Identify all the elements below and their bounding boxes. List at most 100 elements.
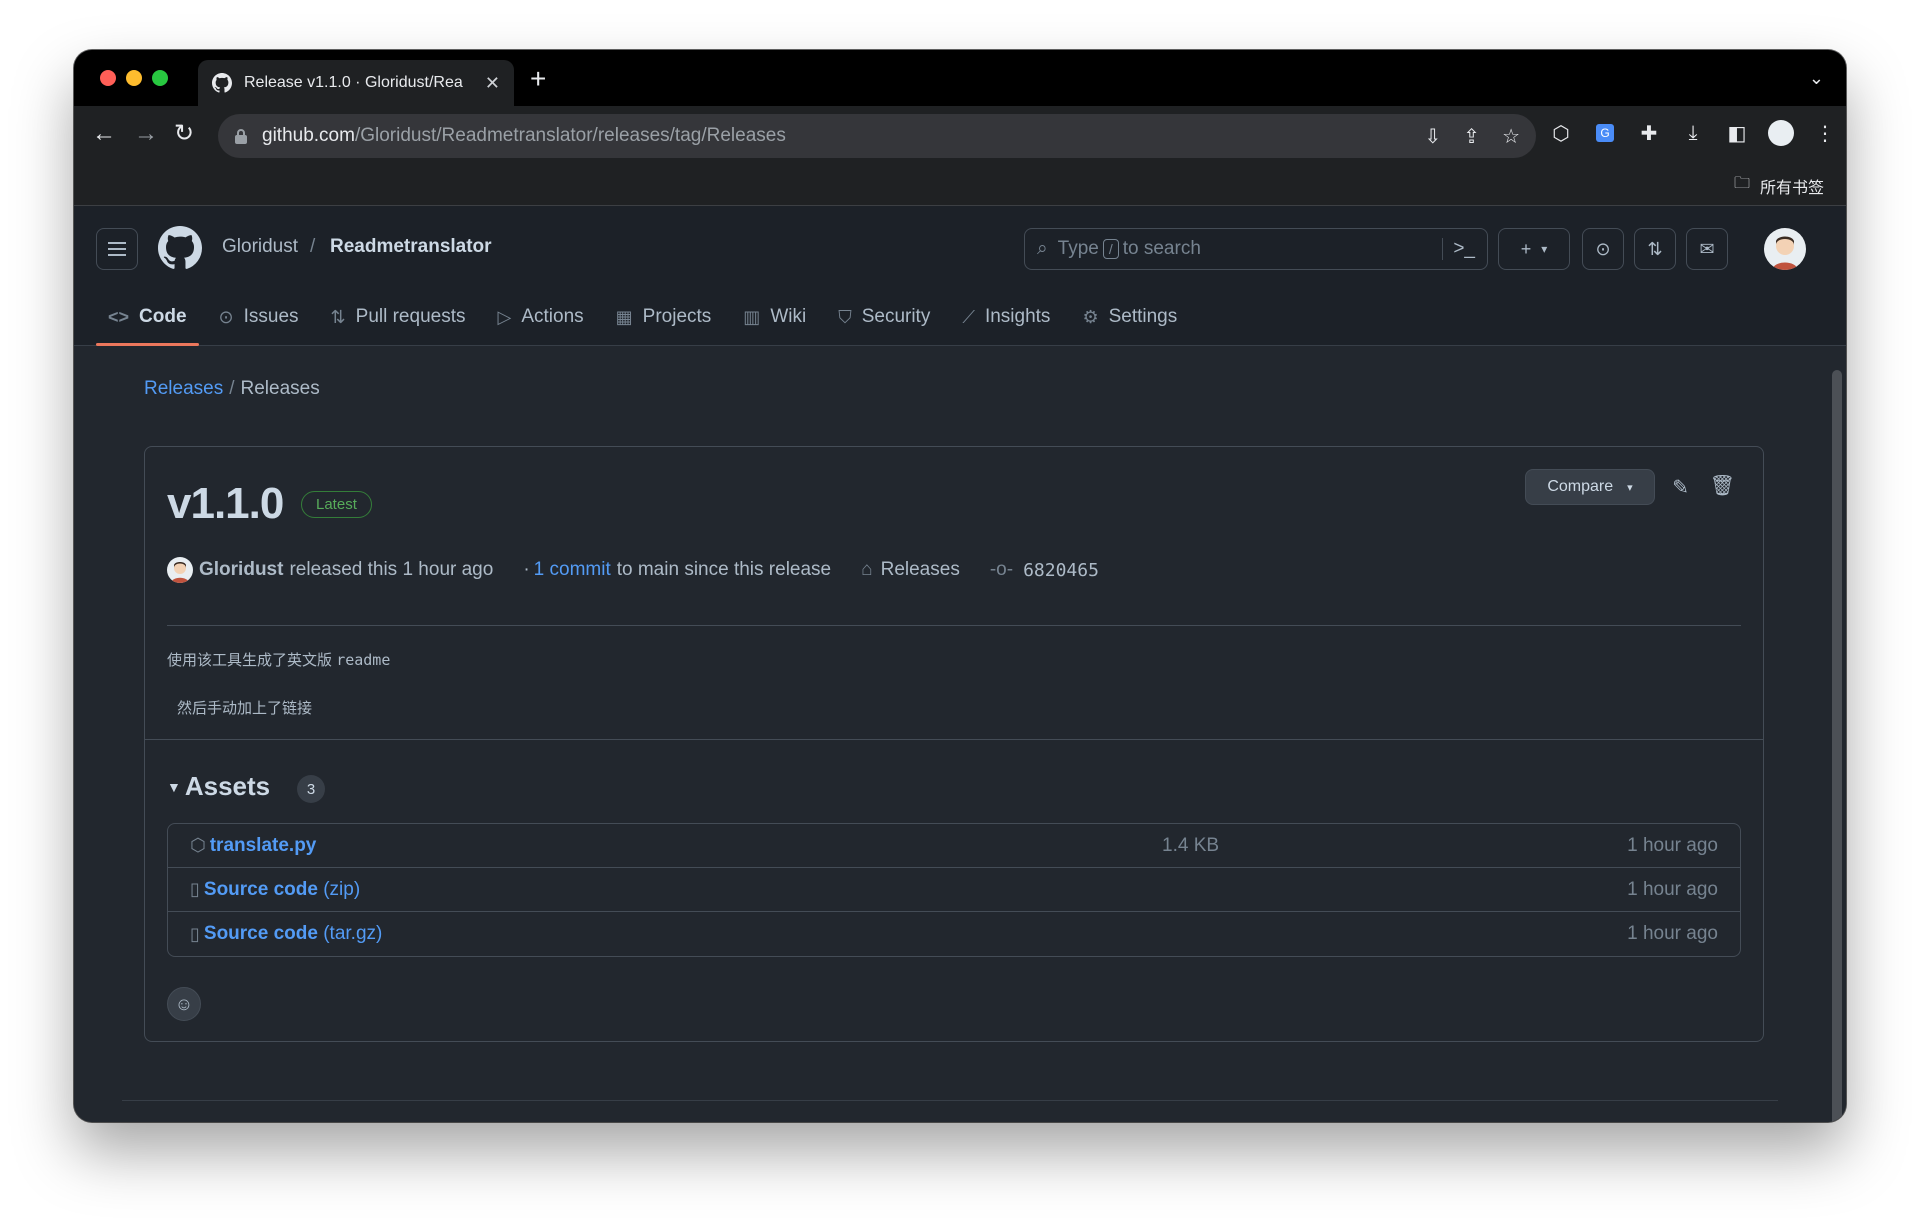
tab-insights[interactable]: ⟋ Insights <box>950 288 1062 346</box>
reload-icon[interactable]: ↻ <box>174 120 194 148</box>
caret-down-icon: ▼ <box>167 778 181 795</box>
pull-requests-icon[interactable]: ⇅ <box>1634 228 1676 270</box>
asset-row: ⬡ translate.py 1.4 KB 1 hour ago <box>168 824 1740 868</box>
tab-search-icon[interactable]: ⌄ <box>1809 68 1824 89</box>
url-path: /Gloridust/Readmetranslator/releases/tag… <box>354 125 786 146</box>
github-logo-icon[interactable] <box>158 226 202 270</box>
breadcrumb-separator: / <box>310 236 316 257</box>
tab-pull-requests[interactable]: ⇅ Pull requests <box>319 288 478 346</box>
code-icon: <> <box>108 306 130 327</box>
tab-projects[interactable]: ▦ Projects <box>604 288 724 346</box>
tab-close-icon[interactable]: ✕ <box>485 73 500 94</box>
create-new-button[interactable]: + ▾ <box>1498 228 1570 270</box>
extensions-puzzle-icon[interactable]: ✚ <box>1636 120 1662 146</box>
downloads-icon[interactable]: ⤓ <box>1680 120 1706 146</box>
close-window-button[interactable] <box>100 70 116 86</box>
repo-link[interactable]: Readmetranslator <box>330 236 492 258</box>
zoom-window-button[interactable] <box>152 70 168 86</box>
repo-nav: <> Code ⊙ Issues ⇅ Pull requests ▷ Actions ▦… <box>96 288 1197 346</box>
tab-strip: Release v1.1.0 · Gloridust/Rea ✕ + ⌄ <box>74 50 1846 106</box>
asset-suffix: (tar.gz) <box>323 923 383 944</box>
extension-cube-icon[interactable]: ⬡ <box>1548 120 1574 146</box>
asset-time: 1 hour ago <box>1627 834 1718 856</box>
owner-link[interactable]: Gloridust <box>222 236 298 258</box>
bookmarks-folder[interactable]: 🗀 所有书签 <box>1734 172 1824 199</box>
assets-count-badge: 3 <box>297 775 325 803</box>
asset-time: 1 hour ago <box>1627 878 1718 900</box>
tab-title: Release v1.1.0 · Gloridust/Rea <box>244 74 463 91</box>
install-app-icon[interactable]: ⇩ <box>1425 124 1442 149</box>
author-link[interactable]: Gloridust <box>199 559 283 581</box>
bookmarks-bar: 🗀 所有书签 <box>74 162 1846 206</box>
asset-link[interactable]: translate.py <box>210 835 317 857</box>
tab-label: Insights <box>984 306 1051 327</box>
translate-extension-icon[interactable]: G <box>1592 120 1618 146</box>
pencil-icon[interactable]: ✎ <box>1672 475 1689 500</box>
release-title[interactable]: v1.1.0 <box>167 479 284 529</box>
breadcrumb-releases-link[interactable]: Releases <box>144 378 223 399</box>
user-avatar[interactable] <box>1764 228 1806 270</box>
browser-tab[interactable]: Release v1.1.0 · Gloridust/Rea ✕ <box>198 60 514 106</box>
search-placeholder-prefix: Type <box>1057 238 1099 259</box>
gear-icon: ⚙ <box>1082 306 1099 327</box>
bookmarks-folder-label: 所有书签 <box>1759 179 1824 197</box>
tab-issues[interactable]: ⊙ Issues <box>207 288 311 346</box>
tag-icon: ⌂ <box>861 559 873 580</box>
play-icon: ▷ <box>497 306 512 327</box>
tab-actions[interactable]: ▷ Actions <box>485 288 595 346</box>
tab-label: Security <box>861 306 931 327</box>
tag-link[interactable]: Releases <box>881 559 960 581</box>
back-icon[interactable]: ← <box>92 120 116 148</box>
release-meta: Gloridust released this 1 hour ago · 1 c… <box>167 557 1099 583</box>
shield-icon: ⛉ <box>838 306 852 327</box>
issues-icon[interactable]: ⊙ <box>1582 228 1624 270</box>
inbox-icon[interactable]: ✉ <box>1686 228 1728 270</box>
divider <box>167 625 1741 626</box>
browser-menu-icon[interactable]: ⋮ <box>1812 120 1838 146</box>
page-scrollbar[interactable] <box>1832 370 1842 1122</box>
compare-button[interactable]: Compare ▾ <box>1525 469 1655 505</box>
address-bar[interactable]: github.com/Gloridust/Readmetranslator/re… <box>218 114 1536 158</box>
github-header: Gloridust / Readmetranslator ⌕ Type / to… <box>74 206 1846 346</box>
add-reaction-smiley-icon[interactable]: ☺ <box>167 987 201 1021</box>
asset-row: ▯ Source code (tar.gz) 1 hour ago <box>168 912 1740 956</box>
tab-security[interactable]: ⛉ Security <box>826 288 942 346</box>
file-zip-icon: ▯ <box>190 923 200 944</box>
hamburger-menu-icon[interactable] <box>96 228 138 270</box>
minimize-window-button[interactable] <box>126 70 142 86</box>
asset-link[interactable]: Source code (zip) <box>204 879 360 901</box>
assets-toggle[interactable]: ▼ Assets <box>167 771 270 802</box>
forward-icon[interactable]: → <box>134 120 158 148</box>
tab-wiki[interactable]: ▥ Wiki <box>731 288 818 346</box>
new-tab-button[interactable]: + <box>530 64 546 94</box>
asset-size: 1.4 KB <box>1162 834 1220 856</box>
graph-icon: ⟋ <box>962 306 975 327</box>
divider <box>145 739 1763 740</box>
tab-label: Issues <box>243 306 299 327</box>
asset-name: Source code <box>203 878 318 900</box>
profile-avatar[interactable] <box>1768 120 1794 146</box>
command-palette-icon[interactable]: >_ <box>1442 238 1475 260</box>
share-icon[interactable]: ⇪ <box>1463 124 1480 149</box>
trash-icon[interactable]: 🗑 <box>1710 473 1735 498</box>
asset-row: ▯ Source code (zip) 1 hour ago <box>168 868 1740 912</box>
asset-name: Source code <box>203 923 318 944</box>
commit-link[interactable]: 1 commit <box>534 559 611 581</box>
folder-icon: 🗀 <box>1733 175 1750 192</box>
assets-heading: Assets <box>184 771 271 801</box>
commit-sha[interactable]: 6820465 <box>1023 560 1099 581</box>
tab-code[interactable]: <> Code <box>96 288 199 346</box>
release-body-line-2: 然后手动加上了链接 <box>177 700 313 717</box>
tab-settings[interactable]: ⚙ Settings <box>1070 288 1189 346</box>
author-avatar[interactable] <box>167 557 193 583</box>
released-text: released this 1 hour ago <box>289 559 494 580</box>
book-icon: ▥ <box>743 306 761 327</box>
asset-link[interactable]: Source code (tar.gz) <box>204 923 382 945</box>
asset-name: translate.py <box>209 834 317 856</box>
asset-suffix: (zip) <box>323 878 361 900</box>
side-panel-icon[interactable]: ◧ <box>1724 120 1750 146</box>
assets-list: ⬡ translate.py 1.4 KB 1 hour ago ▯ Sourc… <box>167 823 1741 957</box>
bookmark-star-icon[interactable]: ☆ <box>1502 124 1520 149</box>
search-input[interactable]: ⌕ Type / to search >_ <box>1024 228 1488 270</box>
browser-window: Release v1.1.0 · Gloridust/Rea ✕ + ⌄ ← →… <box>74 50 1846 1122</box>
